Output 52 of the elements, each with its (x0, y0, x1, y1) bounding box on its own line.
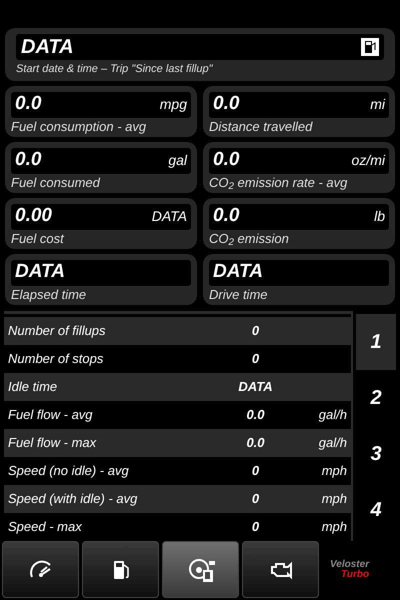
row-label: Fuel flow - avg (8, 406, 94, 424)
unit-label: lb (374, 207, 385, 226)
page-tab[interactable]: 1 (356, 314, 396, 370)
unit-label: oz/mi (352, 151, 385, 170)
metric-value: 0.0 (15, 92, 42, 116)
row-value: 0 (250, 350, 260, 368)
row-label: Speed (no idle) - avg (8, 462, 130, 480)
row-label: Speed - max (8, 518, 83, 536)
row-unit: mph (320, 518, 347, 536)
row-value: 0.0 (245, 406, 266, 424)
metric-value: 0.00 (15, 204, 52, 228)
unit-label: gal (168, 151, 187, 170)
row-value: 0 (250, 518, 260, 536)
metric-value: 0.0 (213, 92, 240, 116)
metric-label: Elapsed time (11, 286, 88, 302)
row-value: 0 (250, 490, 260, 508)
row-label: Idle time (8, 378, 58, 396)
metric-label: Distance travelled (209, 118, 314, 134)
metric-value: 0.0 (15, 148, 42, 172)
metric-label: Fuel consumption - avg (11, 118, 148, 134)
metric-value: DATA (15, 260, 65, 284)
row-value: 0 (250, 462, 260, 480)
metric-label: CO$_{2}$ emission rate - avg (209, 174, 348, 190)
logo-text: Veloster (330, 560, 370, 570)
row-label: Speed (with idle) - avg (8, 490, 138, 508)
row-unit: mph (320, 490, 347, 508)
nav-button[interactable] (242, 541, 319, 598)
metric-value: 0.0 (213, 204, 240, 228)
metric-label: CO$_{2}$ emission (209, 230, 290, 246)
row-label: Number of stops (8, 350, 104, 368)
row-label: Number of fillups (8, 322, 107, 340)
nav-button[interactable] (2, 541, 79, 598)
unit-label: mi (370, 95, 385, 114)
unit-label: mpg (160, 95, 187, 114)
row-unit: gal/h (318, 434, 347, 452)
logo-text: Turbo (340, 570, 370, 580)
metric-label: Drive time (209, 286, 269, 302)
row-label: Fuel flow - max (8, 434, 98, 452)
metric-label: Fuel consumed (11, 174, 102, 190)
row-value: DATA (237, 378, 274, 396)
metric-label: Fuel cost (11, 230, 66, 246)
row-value: 0 (250, 322, 260, 340)
unit-label: DATA (152, 207, 187, 226)
nav-button[interactable] (82, 541, 159, 598)
nav-button[interactable] (162, 541, 239, 598)
metric-value: DATA (213, 260, 263, 284)
header-value: DATA (21, 35, 74, 60)
row-value: 0.0 (245, 434, 266, 452)
header-caption: Start date & time – Trip "Since last fillup" (16, 62, 214, 77)
row-unit: mph (320, 462, 347, 480)
metric-value: 0.0 (213, 148, 240, 172)
row-unit: gal/h (318, 406, 347, 424)
